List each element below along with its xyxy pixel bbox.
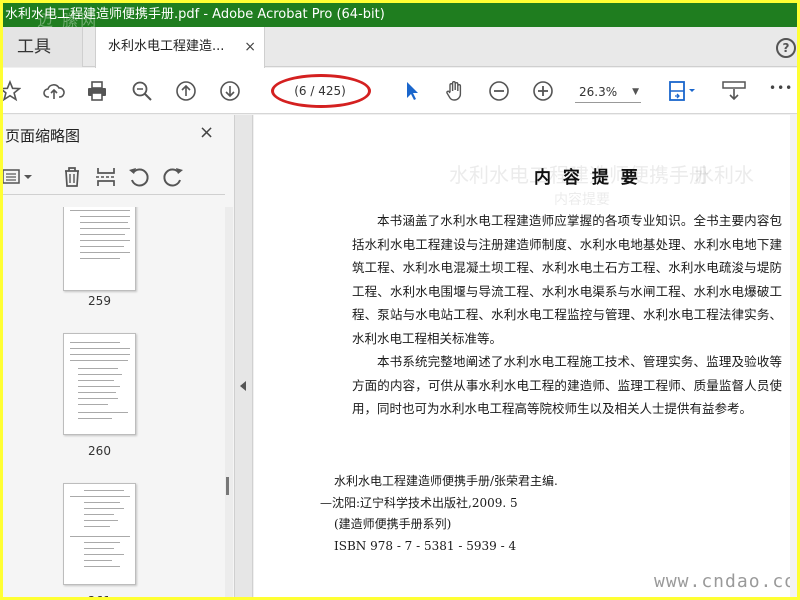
tab-document-label: 水利水电工程建造... (108, 39, 225, 54)
document-view[interactable]: 水利水电工程建造师便携手册 水利水 内容提要 内 容 提 要 本书涵盖了水利水电… (254, 115, 797, 597)
fit-page-icon[interactable] (667, 80, 699, 102)
scroll-mode-icon[interactable] (721, 80, 747, 102)
window-title-bar: 水利水电工程建造师便携手册.pdf - Adobe Acrobat Pro (6… (3, 3, 797, 27)
page-thumbnail[interactable] (63, 483, 136, 585)
split-page-icon[interactable] (94, 165, 118, 189)
tab-bar: 工具 水利水电工程建造... × ? (3, 27, 797, 68)
tab-tools[interactable]: 工具 (3, 27, 83, 67)
thumbnail-page-number: 261 (63, 594, 136, 597)
site-watermark: www.cndao.com (654, 571, 797, 592)
print-icon[interactable] (86, 80, 108, 102)
options-menu-icon[interactable] (3, 165, 35, 189)
upload-icon[interactable] (43, 80, 65, 102)
zoom-out-icon[interactable] (488, 80, 510, 102)
help-icon[interactable]: ? (776, 38, 796, 58)
zoom-value: 26.3% (579, 85, 618, 99)
main-toolbar: (6 / 425) 26.3% ▼ ••• (3, 68, 797, 114)
document-scrollbar[interactable] (790, 115, 797, 597)
zoom-in-icon[interactable] (532, 80, 554, 102)
page-down-icon[interactable] (219, 80, 241, 102)
page-thumbnail[interactable] (63, 207, 136, 291)
cip-line: 水利水电工程建造师便携手册/张荣君主编. (334, 474, 558, 488)
page-thumbnail[interactable] (63, 333, 136, 435)
rotate-counterclockwise-icon[interactable] (127, 165, 151, 189)
panel-collapse-handle[interactable] (235, 115, 253, 597)
bleed-through-text: 水利水 (694, 163, 754, 187)
page-indicator[interactable]: (6 / 425) (275, 81, 365, 101)
chevron-down-icon: ▼ (632, 87, 639, 97)
cip-line: ISBN 978 - 7 - 5381 - 5939 - 4 (334, 538, 517, 553)
trash-icon[interactable] (60, 165, 84, 189)
collapse-arrow-icon (240, 381, 246, 391)
body-paragraph: 本书系统完整地阐述了水利水电工程施工技术、管理实务、监理及验收等方面的内容，可供… (352, 354, 782, 416)
page-heading: 内 容 提 要 (534, 168, 641, 188)
tab-close-icon[interactable]: × (244, 27, 256, 67)
more-icon[interactable]: ••• (769, 81, 793, 95)
panel-title: 页面缩略图 (5, 127, 81, 145)
zoom-search-icon[interactable] (131, 80, 153, 102)
page-body: 本书涵盖了水利水电工程建造师应掌握的各项专业知识。全书主要内容包括水利水电工程建… (352, 209, 782, 421)
page-up-icon[interactable] (175, 80, 197, 102)
panel-toolbar (3, 159, 225, 195)
thumbnail-page-number: 259 (88, 294, 111, 308)
cip-line: —沈阳:辽宁科学技术出版社,2009. 5 (320, 495, 518, 510)
thumbnails-panel: 页面缩略图 × 259 260 (3, 115, 235, 597)
panel-close-icon[interactable]: × (199, 122, 214, 143)
thumbnail-scrollbar[interactable] (225, 207, 233, 597)
bleed-through-text: 内容提要 (554, 192, 610, 208)
cip-line: (建造师便携手册系列) (334, 517, 452, 531)
zoom-level-select[interactable]: 26.3% ▼ (575, 81, 641, 103)
thumbnail-list: 259 260 (3, 207, 225, 597)
thumbnail-page-number: 260 (88, 444, 111, 458)
acrobat-window: 水利水电工程建造师便携手册.pdf - Adobe Acrobat Pro (6… (3, 3, 797, 597)
hand-icon[interactable] (444, 80, 466, 102)
star-icon[interactable] (3, 79, 22, 102)
cip-block: 水利水电工程建造师便携手册/张荣君主编. —沈阳:辽宁科学技术出版社,2009.… (320, 471, 558, 557)
scrollbar-thumb[interactable] (226, 477, 229, 495)
body-paragraph: 本书涵盖了水利水电工程建造师应掌握的各项专业知识。全书主要内容包括水利水电工程建… (352, 213, 782, 346)
rotate-clockwise-icon[interactable] (161, 165, 185, 189)
select-pointer-icon[interactable] (401, 80, 423, 102)
tab-document[interactable]: 水利水电工程建造... × (95, 27, 265, 68)
